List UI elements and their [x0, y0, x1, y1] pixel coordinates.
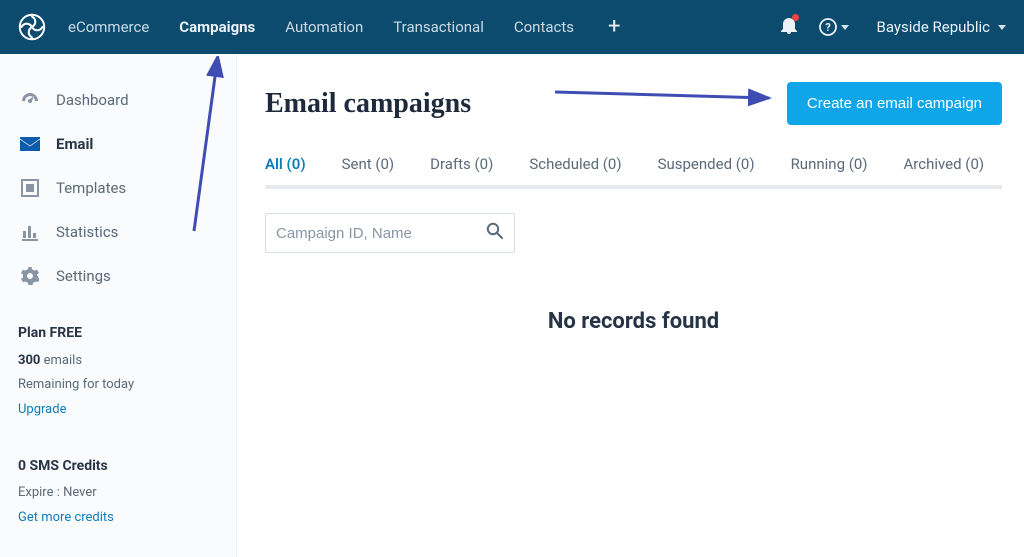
top-nav: eCommerce Campaigns Automation Transacti… — [68, 18, 574, 36]
tab-all[interactable]: All (0) — [265, 155, 306, 189]
topnav-contacts[interactable]: Contacts — [514, 18, 574, 36]
sidebar-item-label: Templates — [56, 179, 126, 197]
plan-remaining: Remaining for today — [18, 373, 222, 398]
help-menu[interactable]: ? — [819, 18, 849, 36]
sidebar-item-statistics[interactable]: Statistics — [18, 210, 222, 254]
gear-icon — [20, 266, 40, 286]
sms-title: 0 SMS Credits — [18, 453, 222, 480]
top-bar: eCommerce Campaigns Automation Transacti… — [0, 0, 1024, 54]
sidebar-item-label: Statistics — [56, 223, 118, 241]
empty-state: No records found — [265, 309, 1002, 334]
bar-chart-icon — [20, 222, 40, 242]
sidebar-item-templates[interactable]: Templates — [18, 166, 222, 210]
filter-tabs: All (0) Sent (0) Drafts (0) Scheduled (0… — [265, 155, 1002, 189]
gauge-icon — [20, 90, 40, 110]
sidebar: Dashboard Email Templates Statistics Set… — [0, 54, 237, 557]
bell-icon[interactable] — [781, 16, 797, 38]
sidebar-item-dashboard[interactable]: Dashboard — [18, 78, 222, 122]
upgrade-link[interactable]: Upgrade — [18, 398, 222, 423]
topnav-automation[interactable]: Automation — [285, 18, 363, 36]
top-icons: ? — [781, 16, 849, 38]
tab-running[interactable]: Running (0) — [791, 155, 868, 189]
topnav-campaigns[interactable]: Campaigns — [179, 18, 255, 36]
sidebar-item-email[interactable]: Email — [18, 122, 222, 166]
search-input[interactable] — [276, 225, 486, 242]
sidebar-item-label: Settings — [56, 267, 111, 285]
tab-drafts[interactable]: Drafts (0) — [430, 155, 493, 189]
main-content: Email campaigns Create an email campaign… — [237, 54, 1024, 557]
sms-expire: Expire : Never — [18, 481, 222, 506]
topnav-ecommerce[interactable]: eCommerce — [68, 18, 149, 36]
brand-logo[interactable] — [18, 13, 46, 41]
chevron-down-icon — [841, 25, 849, 30]
account-menu[interactable]: Bayside Republic — [877, 18, 1006, 36]
svg-text:?: ? — [825, 21, 831, 34]
get-credits-link[interactable]: Get more credits — [18, 506, 222, 531]
tab-scheduled[interactable]: Scheduled (0) — [529, 155, 621, 189]
envelope-icon — [20, 134, 40, 154]
plan-box: Plan FREE 300 emails Remaining for today… — [18, 320, 222, 423]
notification-badge — [792, 14, 799, 21]
page-title: Email campaigns — [265, 88, 471, 120]
sidebar-item-label: Dashboard — [56, 91, 129, 109]
add-button[interactable]: + — [608, 16, 620, 38]
sms-box: 0 SMS Credits Expire : Never Get more cr… — [18, 453, 222, 531]
tab-suspended[interactable]: Suspended (0) — [658, 155, 755, 189]
topnav-transactional[interactable]: Transactional — [393, 18, 484, 36]
template-icon — [20, 178, 40, 198]
sidebar-item-label: Email — [56, 135, 93, 153]
chevron-down-icon — [998, 25, 1006, 30]
plan-qty-line: 300 emails — [18, 349, 222, 374]
tab-archived[interactable]: Archived (0) — [904, 155, 985, 189]
plan-title: Plan FREE — [18, 320, 222, 347]
create-campaign-button[interactable]: Create an email campaign — [787, 82, 1002, 125]
account-name: Bayside Republic — [877, 18, 990, 36]
sidebar-item-settings[interactable]: Settings — [18, 254, 222, 298]
tab-sent[interactable]: Sent (0) — [342, 155, 395, 189]
search-icon[interactable] — [486, 222, 504, 244]
search-box[interactable] — [265, 213, 515, 253]
